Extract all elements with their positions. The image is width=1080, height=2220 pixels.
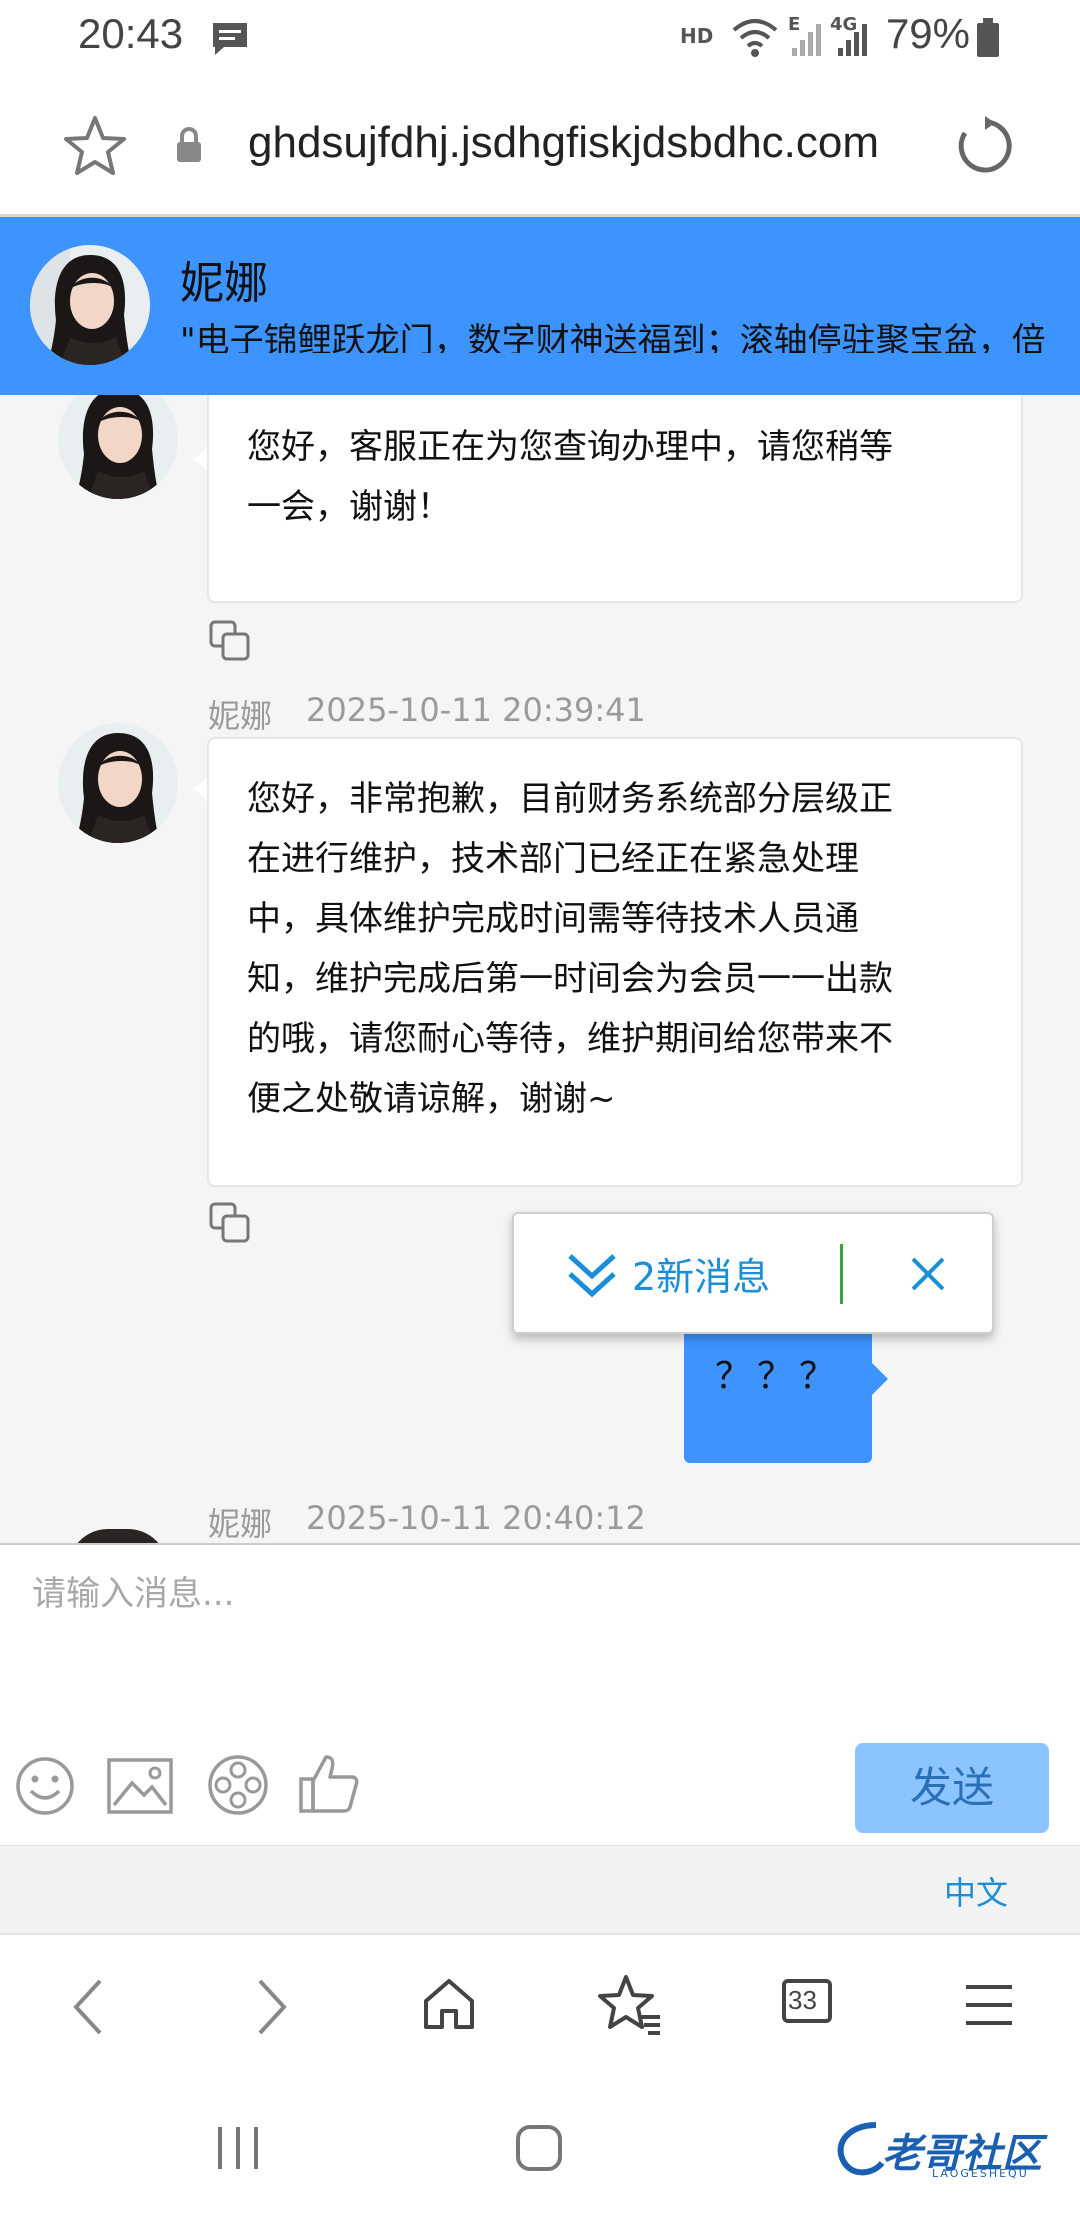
watermark-logo: 老哥社区 LAOGESHEQU xyxy=(826,2117,1066,2187)
reload-icon[interactable] xyxy=(955,116,1015,176)
copy-icon[interactable] xyxy=(208,619,252,663)
message-sender: 妮娜 xyxy=(208,1505,273,1543)
agent-avatar xyxy=(58,723,178,843)
menu-icon[interactable] xyxy=(964,1983,1014,2027)
watermark-subtext: LAOGESHEQU xyxy=(932,2167,1029,2180)
copy-icon[interactable] xyxy=(208,1201,252,1245)
message-line: 您好，客服正在为您查询办理中，请您稍等 xyxy=(247,427,893,467)
wifi-icon xyxy=(732,19,778,57)
message-timestamp: 2025-10-11 20:40:12 xyxy=(306,1499,646,1537)
my-message-bubble: ？？？ xyxy=(684,1327,872,1463)
back-icon[interactable] xyxy=(68,1977,108,2037)
message-composer: 发送 xyxy=(0,1543,1080,1847)
bubble-tail xyxy=(872,1363,888,1395)
agent-avatar-partial xyxy=(68,1529,168,1543)
new-messages-pill[interactable]: 2新消息 xyxy=(512,1212,994,1334)
home-icon[interactable] xyxy=(420,1975,478,2033)
video-reel-icon[interactable] xyxy=(206,1753,270,1817)
hd-label: HD xyxy=(680,24,714,48)
lock-icon xyxy=(177,127,201,162)
message-bubble: 您好，非常抱歉，目前财务系统部分层级正 在进行维护，技术部门已经正在紧急处理 中… xyxy=(207,737,1023,1187)
message-sender: 妮娜 xyxy=(208,697,273,735)
signal-1-icon xyxy=(792,24,821,56)
bookmark-star-icon[interactable] xyxy=(62,114,128,178)
double-chevron-down-icon xyxy=(568,1254,616,1298)
language-toggle[interactable]: 中文 xyxy=(944,1868,1008,1914)
status-time: 20:43 xyxy=(78,10,184,57)
signal-2-icon xyxy=(838,24,867,56)
message-line: 中，具体维护完成时间需等待技术人员通 xyxy=(247,899,859,939)
message-line: 的哦，请您耐心等待，维护期间给您带来不 xyxy=(247,1019,893,1059)
message-line: 便之处敬请谅解，谢谢~ xyxy=(247,1079,616,1119)
forward-icon[interactable] xyxy=(252,1977,292,2037)
browser-toolbar: 33 xyxy=(0,1933,1080,2075)
message-input[interactable] xyxy=(30,1563,1054,1625)
language-bar: 中文 xyxy=(0,1845,1080,1934)
message-timestamp: 2025-10-11 20:39:41 xyxy=(306,691,646,729)
agent-avatar xyxy=(30,245,150,365)
system-navigation-bar: 老哥社区 LAOGESHEQU xyxy=(0,2073,1080,2220)
battery-icon xyxy=(977,18,999,57)
tabs-count[interactable]: 33 xyxy=(788,1985,817,2016)
message-line: 一会，谢谢！ xyxy=(247,487,451,527)
agent-avatar xyxy=(58,395,178,499)
bookmarks-star-icon[interactable] xyxy=(598,1973,662,2035)
url-bar: ghdsujfdhj.jsdhgfiskjdsbdhc.com xyxy=(0,78,1080,217)
image-icon[interactable] xyxy=(106,1757,174,1815)
message-line: 您好，非常抱歉，目前财务系统部分层级正 xyxy=(247,779,893,819)
announcement-marquee: "电子锦鲤跃龙门，数字财神送福到；滚轴停驻聚宝盆，倍 xyxy=(180,321,1046,353)
emoji-icon[interactable] xyxy=(14,1755,76,1817)
status-bar: 20:43 HD E 4G 79% xyxy=(0,0,1080,78)
agent-name: 妮娜 xyxy=(180,258,268,309)
message-bubble: 您好，客服正在为您查询办理中，请您稍等 一会，谢谢！ xyxy=(207,395,1023,603)
chat-header: 妮娜 "电子锦鲤跃龙门，数字财神送福到；滚轴停驻聚宝盆，倍 xyxy=(0,217,1080,395)
thumbs-up-icon[interactable] xyxy=(298,1751,360,1815)
pill-divider xyxy=(840,1244,843,1304)
battery-percent: 79% xyxy=(885,10,970,57)
chat-messages: 您好，客服正在为您查询办理中，请您稍等 一会，谢谢！ 妮娜 2025-10-11… xyxy=(0,395,1080,1543)
message-line: 在进行维护，技术部门已经正在紧急处理 xyxy=(247,839,859,879)
url-text[interactable]: ghdsujfdhj.jsdhgfiskjdsbdhc.com xyxy=(248,118,879,168)
message-line: 知，维护完成后第一时间会为会员一一出款 xyxy=(247,959,893,999)
message-notification-icon xyxy=(213,23,247,55)
send-button[interactable]: 发送 xyxy=(855,1743,1049,1833)
home-button-icon[interactable] xyxy=(514,2123,564,2173)
new-messages-label: 2新消息 xyxy=(632,1255,771,1299)
close-icon[interactable] xyxy=(910,1256,946,1292)
recent-apps-icon[interactable] xyxy=(214,2125,262,2171)
